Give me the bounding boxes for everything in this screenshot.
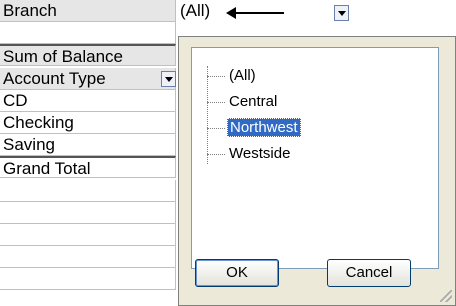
pivot-grid: Branch Sum of Balance Account Type CD Ch… <box>0 0 178 306</box>
empty-cell[interactable] <box>0 246 176 268</box>
empty-cell[interactable] <box>0 224 176 246</box>
sum-of-balance-header[interactable]: Sum of Balance <box>0 44 176 66</box>
row-saving[interactable]: Saving <box>0 134 176 156</box>
tree-item-central[interactable]: Central <box>207 92 279 112</box>
tree-item-northwest[interactable]: Northwest <box>207 118 301 138</box>
ok-button[interactable]: OK <box>195 259 279 287</box>
empty-cell[interactable] <box>0 202 176 224</box>
account-type-dropdown-button[interactable] <box>161 71 176 87</box>
left-arrow-icon <box>226 7 284 19</box>
branch-label-cell[interactable]: Branch <box>0 0 176 22</box>
empty-cell[interactable] <box>0 268 176 290</box>
row-grand-total[interactable]: Grand Total <box>0 156 176 178</box>
branch-dropdown-button[interactable] <box>334 5 349 21</box>
branch-tree-list[interactable]: (All) Central Northwest Westside <box>191 47 439 269</box>
empty-cell[interactable] <box>0 22 176 44</box>
chevron-down-icon <box>164 76 173 82</box>
empty-cell[interactable] <box>0 180 176 202</box>
account-type-label: Account Type <box>3 69 106 88</box>
branch-filter-popup: (All) Central Northwest Westside OK Canc… <box>178 36 456 306</box>
cancel-button[interactable]: Cancel <box>327 259 411 287</box>
row-checking[interactable]: Checking <box>0 112 176 134</box>
branch-filter-value[interactable]: (All) <box>180 0 210 22</box>
tree-item-westside[interactable]: Westside <box>207 144 292 164</box>
row-cd[interactable]: CD <box>0 90 176 112</box>
resize-grip-icon[interactable] <box>440 290 452 302</box>
tree-item-all[interactable]: (All) <box>207 66 258 86</box>
account-type-header[interactable]: Account Type <box>0 68 176 90</box>
chevron-down-icon <box>337 10 346 16</box>
